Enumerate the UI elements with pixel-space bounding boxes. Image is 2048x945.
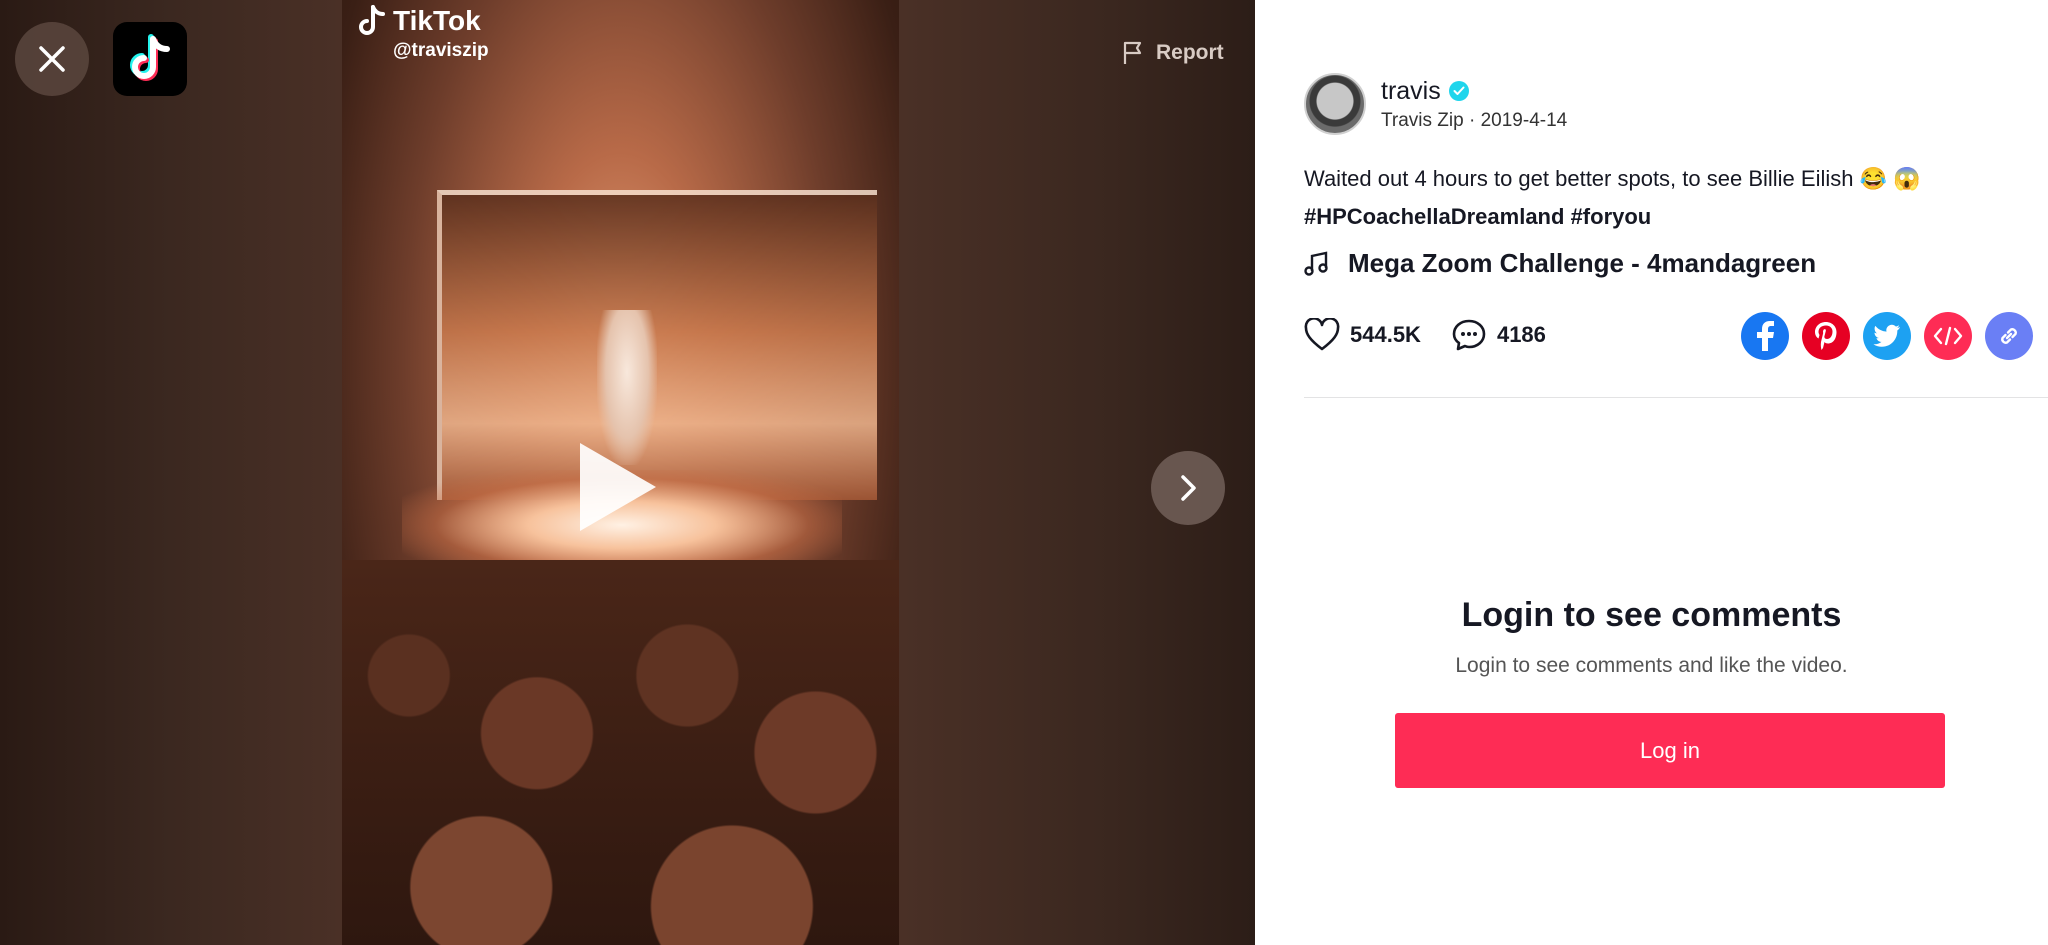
- music-note-icon: [1304, 251, 1328, 276]
- chevron-right-icon: [1181, 475, 1196, 501]
- comment-button[interactable]: 4186: [1451, 318, 1546, 352]
- share-pinterest-button[interactable]: [1802, 312, 1850, 360]
- share-buttons: [1741, 312, 2033, 360]
- video-panel: TikTok @traviszip Report: [0, 0, 1255, 945]
- comments-login-subtitle: Login to see comments and like the video…: [1455, 654, 1848, 677]
- watermark-handle: @traviszip: [393, 40, 489, 61]
- facebook-icon: [1757, 321, 1774, 351]
- close-button[interactable]: [15, 22, 89, 96]
- tiktok-note-icon: [359, 5, 385, 35]
- embed-code-icon: [1933, 326, 1963, 346]
- video-performer: [597, 310, 657, 465]
- video-crowd: [342, 560, 899, 945]
- twitter-icon: [1873, 324, 1900, 347]
- like-button[interactable]: 544.5K: [1304, 318, 1421, 352]
- comment-count: 4186: [1496, 322, 1546, 347]
- next-video-button[interactable]: [1151, 451, 1225, 525]
- music-title: Mega Zoom Challenge - 4mandagreen: [1348, 248, 1817, 278]
- link-icon: [2001, 328, 2017, 344]
- video-blur-background-left: [0, 0, 342, 945]
- caption-hashtags: #HPCoachellaDreamland #foryou: [1304, 198, 2024, 236]
- author-info: travis Travis Zip · 2019-4-14: [1304, 73, 1567, 135]
- heart-icon: [1304, 318, 1340, 351]
- share-facebook-button[interactable]: [1741, 312, 1789, 360]
- author-username[interactable]: travis: [1381, 77, 1441, 106]
- caption-text: Waited out 4 hours to get better spots, …: [1304, 166, 1921, 191]
- author-meta: Travis Zip · 2019-4-14: [1381, 110, 1567, 132]
- copy-link-button[interactable]: [1985, 312, 2033, 360]
- close-icon: [39, 46, 65, 72]
- tiktok-logo-icon: [130, 34, 170, 81]
- login-button[interactable]: Log in: [1395, 713, 1945, 788]
- video-stage-screen: [437, 190, 877, 500]
- like-count: 544.5K: [1350, 322, 1421, 347]
- flag-icon: [1123, 41, 1142, 64]
- tiktok-logo-button[interactable]: [113, 22, 187, 96]
- section-divider: [1304, 397, 2048, 398]
- pinterest-icon: [1815, 322, 1837, 350]
- watermark-brand: TikTok: [393, 5, 481, 36]
- music-link[interactable]: Mega Zoom Challenge - 4mandagreen: [1304, 248, 1816, 279]
- avatar[interactable]: [1304, 73, 1366, 135]
- share-twitter-button[interactable]: [1863, 312, 1911, 360]
- info-panel: travis Travis Zip · 2019-4-14 Waited out…: [1255, 0, 2048, 945]
- comments-login-title: Login to see comments: [1461, 596, 1842, 634]
- report-label: Report: [1156, 41, 1224, 64]
- report-button[interactable]: Report: [1122, 40, 1224, 66]
- post-date: 2019-4-14: [1480, 109, 1568, 131]
- verified-badge-icon: [1448, 81, 1469, 101]
- hashtag-link[interactable]: #HPCoachellaDreamland: [1304, 204, 1564, 229]
- author-display-name: Travis Zip: [1381, 109, 1464, 131]
- video-caption: Waited out 4 hours to get better spots, …: [1304, 160, 2024, 236]
- meta-separator: ·: [1468, 109, 1481, 131]
- hashtag-link[interactable]: #foryou: [1571, 204, 1652, 229]
- video-watermark: TikTok @traviszip: [357, 4, 489, 62]
- engagement-stats: 544.5K 4186: [1304, 318, 1576, 352]
- play-icon[interactable]: [580, 443, 656, 531]
- comment-icon: [1452, 319, 1486, 351]
- share-embed-button[interactable]: [1924, 312, 1972, 360]
